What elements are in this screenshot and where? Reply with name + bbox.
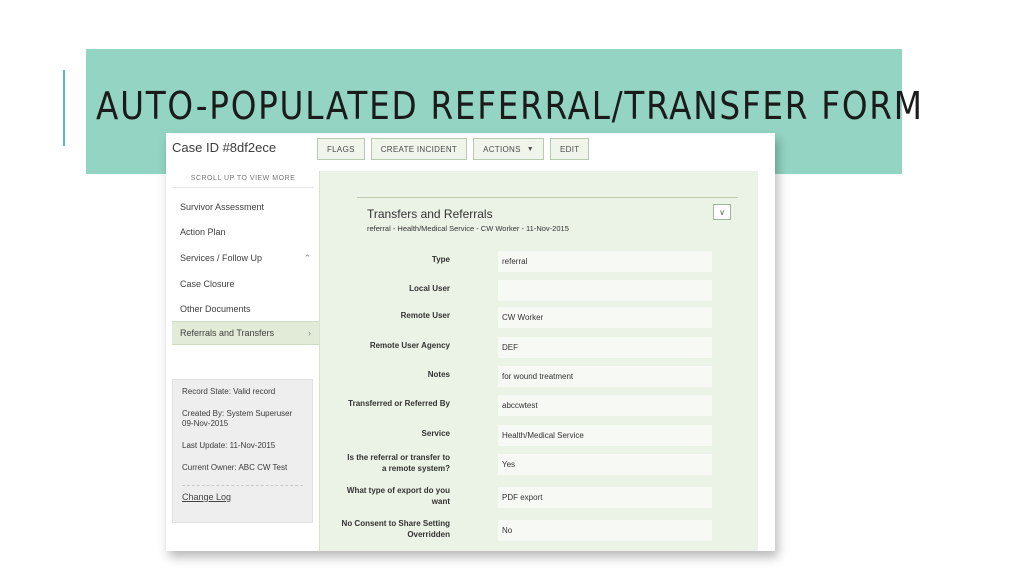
field-label-notes: Notes: [427, 370, 450, 379]
sidebar-item-label: Referrals and Transfers: [180, 328, 275, 338]
actions-button[interactable]: ACTIONS ▼: [473, 138, 544, 160]
record-state: Record State: Valid record: [182, 387, 276, 396]
field-value-local-user[interactable]: [498, 280, 712, 301]
field-value-remote-user-agency[interactable]: DEF: [498, 337, 712, 358]
field-value-export-type[interactable]: PDF export: [498, 487, 712, 508]
sidebar-item-survivor-assessment[interactable]: Survivor Assessment: [172, 195, 319, 219]
created-date: 09-Nov-2015: [182, 419, 229, 428]
record-info-box: Record State: Valid record Created By: S…: [172, 379, 313, 523]
sidebar-item-other-documents[interactable]: Other Documents: [172, 297, 319, 321]
edit-label: EDIT: [560, 144, 580, 154]
create-incident-button[interactable]: CREATE INCIDENT: [370, 138, 468, 160]
field-label-line: Overridden: [407, 530, 450, 539]
field-label-type: Type: [431, 255, 450, 264]
field-label-remote-user: Remote User: [400, 311, 450, 320]
field-value-type[interactable]: referral: [498, 251, 712, 272]
field-label-remote-user-agency: Remote User Agency: [369, 341, 450, 350]
sidebar-item-label: Survivor Assessment: [180, 202, 265, 212]
field-label-service: Service: [421, 429, 450, 438]
flags-label: FLAGS: [327, 144, 355, 154]
scroll-up-hint[interactable]: SCROLL UP TO VIEW MORE: [172, 175, 314, 182]
flags-button[interactable]: FLAGS: [317, 138, 365, 160]
case-screenshot: Case ID #8df2ece FLAGS CREATE INCIDENT A…: [166, 133, 775, 551]
sidebar-item-label: Other Documents: [180, 304, 251, 314]
field-value-remote-user[interactable]: CW Worker: [498, 307, 712, 328]
field-label-line: want: [431, 497, 450, 506]
sidebar-divider: [172, 187, 314, 188]
referrals-panel: Transfers and Referrals referral - Healt…: [319, 171, 758, 551]
caret-down-icon: ▼: [526, 145, 534, 153]
current-owner: Current Owner: ABC CW Test: [182, 463, 288, 472]
created-by: Created By: System Superuser: [182, 409, 293, 418]
sidebar-item-action-plan[interactable]: Action Plan: [172, 220, 319, 244]
field-label-transferred-by: Transferred or Referred By: [348, 399, 450, 408]
record-created: Created By: System Superuser 09-Nov-2015: [182, 409, 303, 429]
sidebar-item-label: Services / Follow Up: [180, 253, 263, 263]
field-label-remote-system: Is the referral or transfer to a remote …: [298, 452, 450, 474]
field-label-export-type: What type of export do you want: [298, 485, 450, 507]
change-log-link[interactable]: Change Log: [182, 492, 303, 502]
create-incident-label: CREATE INCIDENT: [380, 144, 458, 154]
field-value-service[interactable]: Health/Medical Service: [498, 425, 712, 446]
chevron-right-icon: ›: [308, 328, 311, 338]
chevron-down-icon: ∨: [719, 207, 725, 217]
field-label-local-user: Local User: [409, 284, 450, 293]
field-label-line: No Consent to Share Setting: [341, 519, 450, 528]
toolbar: FLAGS CREATE INCIDENT ACTIONS ▼ EDIT: [317, 138, 590, 160]
field-value-transferred-by[interactable]: abccwtest: [498, 395, 712, 416]
field-value-notes[interactable]: for wound treatment: [498, 366, 712, 387]
case-id: Case ID #8df2ece: [172, 140, 277, 155]
field-label-line: a remote system?: [381, 464, 450, 473]
sidebar-item-referrals-and-transfers[interactable]: Referrals and Transfers ›: [172, 321, 319, 345]
actions-label: ACTIONS: [483, 144, 521, 154]
slide-title: AUTO-POPULATED REFERRAL/TRANSFER FORM: [96, 84, 924, 128]
sidebar: SCROLL UP TO VIEW MORE Survivor Assessme…: [166, 169, 319, 551]
panel-divider: [357, 197, 738, 198]
accent-line: [63, 70, 65, 146]
field-value-consent-override[interactable]: No: [498, 520, 712, 541]
last-update: Last Update: 11-Nov-2015: [182, 441, 276, 450]
field-label-line: What type of export do you: [346, 486, 450, 495]
edit-button[interactable]: EDIT: [550, 138, 590, 160]
sidebar-item-case-closure[interactable]: Case Closure: [172, 272, 319, 296]
field-label-line: Is the referral or transfer to: [347, 453, 450, 462]
panel-title: Transfers and Referrals: [367, 207, 493, 221]
field-label-consent-override: No Consent to Share Setting Overridden: [298, 518, 450, 540]
sidebar-item-label: Action Plan: [180, 227, 226, 237]
sidebar-item-services-follow-up[interactable]: Services / Follow Up ⌃: [172, 246, 319, 270]
field-value-remote-system[interactable]: Yes: [498, 454, 712, 475]
collapse-button[interactable]: ∨: [713, 204, 731, 220]
record-divider: [182, 485, 303, 486]
sidebar-item-label: Case Closure: [180, 279, 235, 289]
panel-subtitle: referral - Health/Medical Service - CW W…: [367, 224, 569, 233]
